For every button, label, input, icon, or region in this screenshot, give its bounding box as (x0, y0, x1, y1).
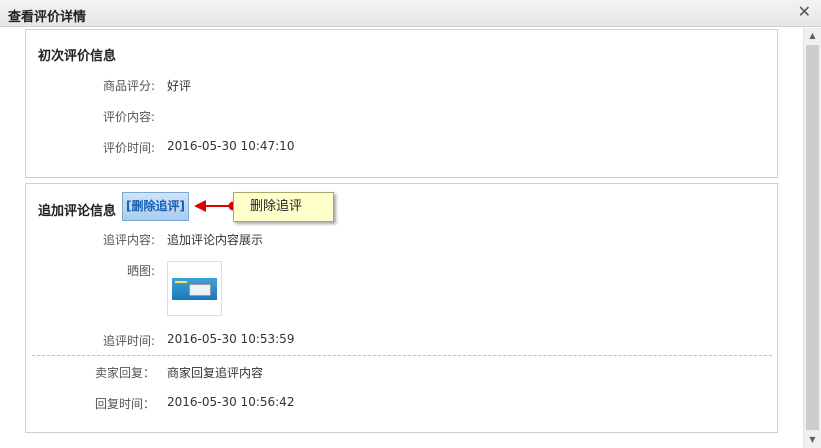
followup-content-value: 追加评论内容展示 (167, 233, 264, 247)
rating-label: 商品评分: (102, 79, 155, 93)
followup-time-row: 追评时间: 2016-05-30 10:53:59 (26, 332, 777, 350)
close-icon[interactable]: ✕ (798, 3, 811, 21)
initial-review-panel: 初次评价信息 商品评分: 好评 评价内容: 评价时间: 2016-05-30 1… (25, 29, 778, 178)
dialog-title: 查看评价详情 (8, 10, 87, 25)
seller-reply-label: 卖家回复： (94, 366, 155, 380)
followup-review-title: 追加评论信息 (38, 204, 117, 219)
followup-review-panel: 追加评论信息 [删除追评] 删除追评 追评内容: 追加评论内容展示 晒图: 追评… (25, 183, 778, 433)
followup-content-row: 追评内容: 追加评论内容展示 (26, 231, 777, 249)
followup-content-label: 追评内容: (102, 233, 155, 247)
seller-reply-row: 卖家回复： 商家回复追评内容 (26, 364, 777, 382)
dialog-titlebar: 查看评价详情 ✕ (0, 0, 821, 27)
scroll-thumb[interactable] (806, 45, 819, 430)
scroll-up-arrow-icon[interactable]: ▲ (804, 28, 821, 44)
vertical-scrollbar[interactable]: ▲ ▼ (803, 28, 821, 448)
seller-reply-value: 商家回复追评内容 (167, 366, 264, 380)
followup-time-value: 2016-05-30 10:53:59 (167, 332, 295, 346)
review-content-row: 评价内容: (26, 108, 777, 126)
reply-time-label: 回复时间： (94, 397, 155, 411)
initial-review-title: 初次评价信息 (38, 49, 117, 64)
review-content-label: 评价内容: (102, 110, 155, 124)
rating-value: 好评 (167, 79, 192, 93)
review-time-value: 2016-05-30 10:47:10 (167, 139, 295, 153)
divider (32, 355, 772, 356)
photo-image-icon (172, 278, 217, 300)
delete-callout-tooltip: 删除追评 (233, 192, 334, 222)
reply-time-value: 2016-05-30 10:56:42 (167, 395, 295, 409)
dialog-content: 初次评价信息 商品评分: 好评 评价内容: 评价时间: 2016-05-30 1… (0, 28, 803, 448)
photo-label: 晒图: (126, 264, 155, 278)
photo-row: 晒图: (26, 262, 777, 280)
reply-time-row: 回复时间： 2016-05-30 10:56:42 (26, 395, 777, 413)
review-photo-thumbnail[interactable] (167, 261, 222, 316)
delete-followup-button[interactable]: [删除追评] (122, 192, 189, 221)
scroll-down-arrow-icon[interactable]: ▼ (804, 432, 821, 448)
review-time-label: 评价时间: (102, 141, 155, 155)
rating-row: 商品评分: 好评 (26, 77, 777, 95)
followup-time-label: 追评时间: (102, 334, 155, 348)
review-time-row: 评价时间: 2016-05-30 10:47:10 (26, 139, 777, 157)
